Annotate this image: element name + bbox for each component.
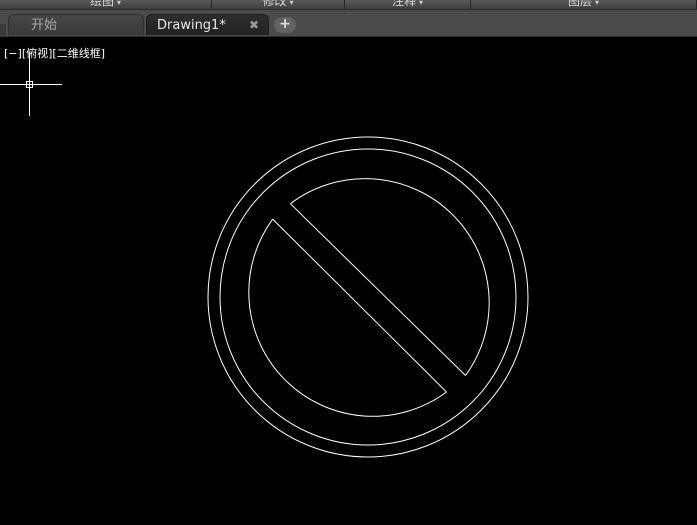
inner-arc-upper[interactable] bbox=[290, 178, 490, 376]
autocad-window: 绘图 ▾ 修改 ▾ 注释 ▾ 图层 ▾ 开始 Drawing1* ✖ + [−][俯视]… bbox=[0, 0, 697, 525]
chevron-down-icon: ▾ bbox=[289, 0, 294, 7]
slash-edge-lower[interactable] bbox=[272, 218, 447, 393]
ribbon-panel-annotate-label: 注释 bbox=[391, 0, 416, 8]
prohibition-symbol[interactable] bbox=[207, 136, 529, 458]
ribbon-panel-layers-label: 图层 bbox=[567, 0, 592, 8]
ribbon-panel-modify[interactable]: 修改 ▾ bbox=[212, 0, 345, 9]
crosshair-cursor-icon bbox=[0, 52, 62, 116]
file-tab-bar: 开始 Drawing1* ✖ + bbox=[0, 10, 697, 45]
drawing-canvas[interactable]: [−][俯视][二维线框] bbox=[0, 37, 697, 525]
chevron-down-icon: ▾ bbox=[117, 0, 122, 7]
chevron-down-icon: ▾ bbox=[419, 0, 424, 7]
tab-start[interactable]: 开始 bbox=[8, 14, 144, 35]
outer-circle[interactable] bbox=[207, 136, 529, 458]
chevron-down-icon: ▾ bbox=[595, 0, 600, 7]
ribbon-panel-draw[interactable]: 绘图 ▾ bbox=[0, 0, 212, 9]
ribbon-panel-modify-label: 修改 bbox=[262, 0, 287, 8]
plus-icon: + bbox=[279, 16, 291, 32]
slash-edge-upper[interactable] bbox=[290, 203, 466, 376]
ribbon-panel-layers[interactable]: 图层 ▾ bbox=[471, 0, 697, 9]
tab-drawing1[interactable]: Drawing1* ✖ bbox=[146, 14, 269, 35]
ribbon-panel-titles: 绘图 ▾ 修改 ▾ 注释 ▾ 图层 ▾ bbox=[0, 0, 697, 10]
close-icon[interactable]: ✖ bbox=[249, 15, 259, 36]
drawing-geometry bbox=[0, 52, 529, 458]
ribbon-panel-annotate[interactable]: 注释 ▾ bbox=[345, 0, 471, 9]
tab-drawing1-label: Drawing1* bbox=[157, 18, 226, 33]
inner-arc-lower[interactable] bbox=[248, 218, 447, 417]
ribbon-panel-draw-label: 绘图 bbox=[89, 0, 114, 8]
new-tab-button[interactable]: + bbox=[274, 17, 296, 33]
tab-start-label: 开始 bbox=[31, 18, 58, 33]
middle-circle[interactable] bbox=[219, 148, 517, 446]
